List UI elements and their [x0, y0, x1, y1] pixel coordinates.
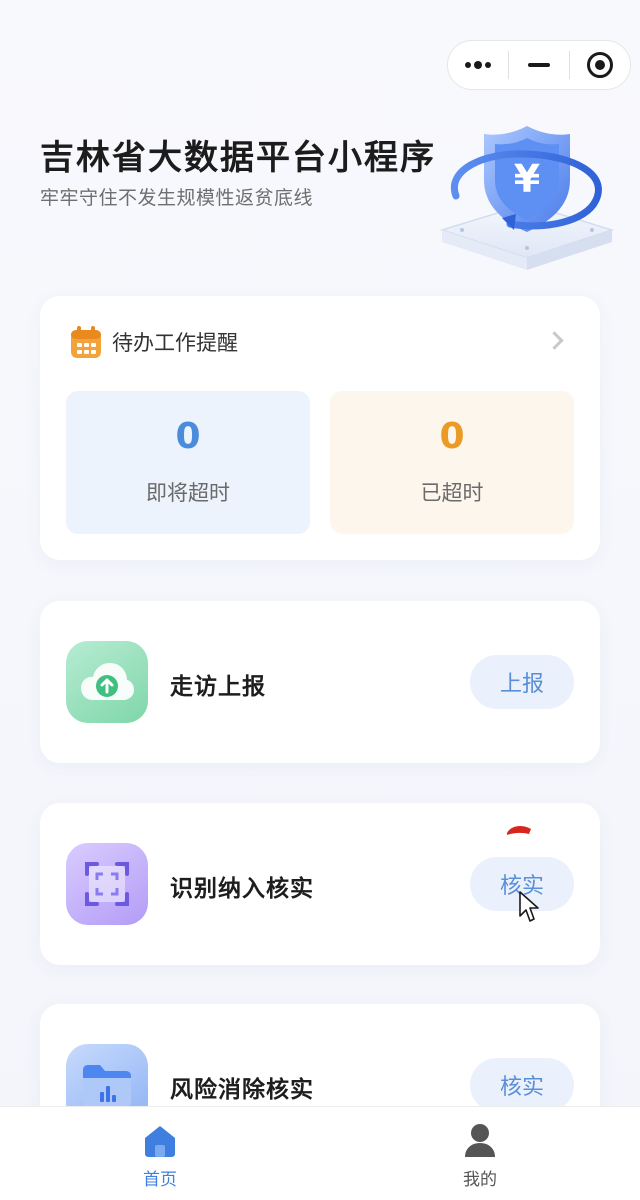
minimize-icon [528, 63, 550, 67]
todo-header: 待办工作提醒 [70, 324, 238, 360]
action-title: 识别纳入核实 [170, 876, 314, 902]
home-icon [145, 1126, 175, 1157]
minimize-button[interactable] [509, 41, 569, 89]
bottom-tab-bar: 首页 我的 [0, 1106, 640, 1200]
stat-about-to-timeout[interactable]: 0 即将超时 [66, 391, 310, 534]
page-subtitle: 牢牢守住不发生规模性返贫底线 [40, 187, 314, 209]
action-title: 风险消除核实 [170, 1077, 314, 1103]
red-marker [507, 825, 531, 835]
scan-frame-icon [66, 843, 148, 925]
user-icon [465, 1124, 495, 1157]
chevron-right-icon[interactable] [542, 328, 566, 352]
stat-label: 即将超时 [146, 480, 230, 505]
more-dots-icon [465, 61, 491, 69]
verify-button[interactable]: 核实 [470, 1058, 574, 1112]
close-target-icon [587, 52, 613, 78]
stat-value: 0 [175, 415, 201, 457]
tab-home[interactable]: 首页 [0, 1107, 320, 1200]
svg-text:¥: ¥ [514, 157, 540, 201]
visit-report-card[interactable]: 走访上报 上报 [40, 601, 600, 763]
cloud-upload-icon [66, 641, 148, 723]
stat-timed-out[interactable]: 0 已超时 [330, 391, 574, 534]
report-button[interactable]: 上报 [470, 655, 574, 709]
tab-mine[interactable]: 我的 [320, 1107, 640, 1200]
page-title: 吉林省大数据平台小程序 [40, 138, 436, 178]
mouse-cursor-icon [519, 891, 539, 922]
more-button[interactable] [448, 41, 508, 89]
todo-title: 待办工作提醒 [112, 331, 238, 355]
stat-value: 0 [439, 415, 465, 457]
action-title: 走访上报 [170, 674, 266, 700]
tab-label: 我的 [463, 1170, 497, 1190]
close-button[interactable] [570, 41, 630, 89]
calendar-icon [71, 326, 101, 358]
tab-label: 首页 [143, 1170, 177, 1190]
miniprogram-capsule [447, 40, 631, 90]
stat-label: 已超时 [420, 480, 484, 505]
yuan-shield-icon: ¥ [439, 126, 615, 270]
todo-reminder-card[interactable]: 待办工作提醒 0 即将超时 0 已超时 [40, 296, 600, 560]
